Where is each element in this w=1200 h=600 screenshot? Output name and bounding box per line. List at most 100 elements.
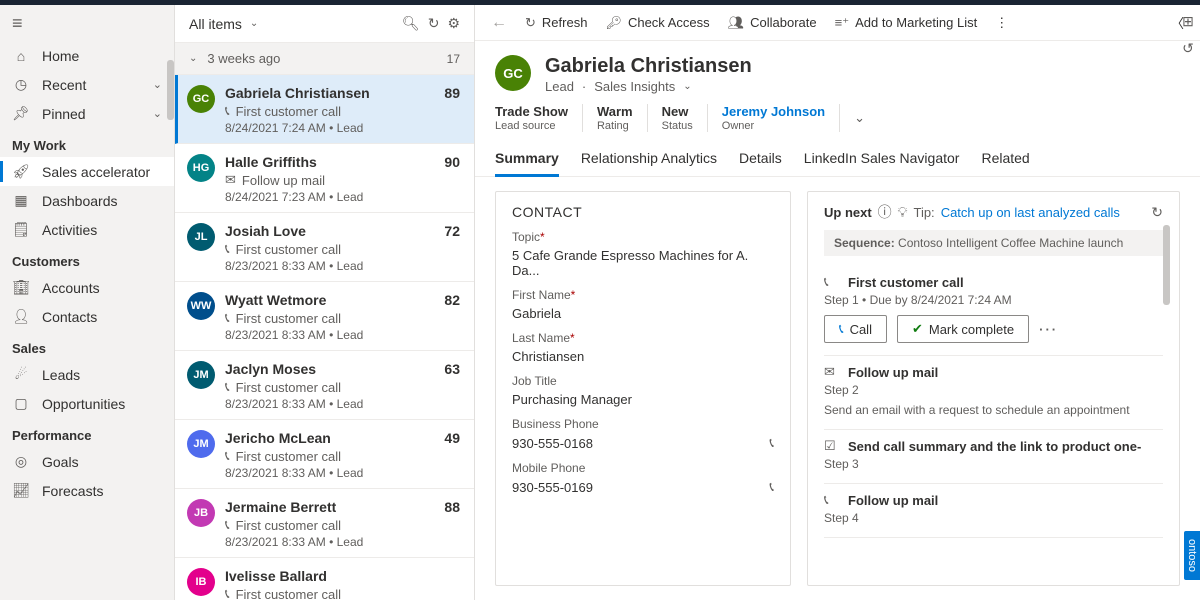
item-activity: First customer call [236,311,341,326]
list-item[interactable]: IB Ivelisse Ballard 📞︎First customer cal… [175,558,474,600]
list-item[interactable]: JM Jaclyn Moses63 📞︎First customer call … [175,351,474,420]
list-item[interactable]: WW Wyatt Wetmore82 📞︎First customer call… [175,282,474,351]
refresh-icon[interactable]: ↻ [428,15,440,32]
nav-label: Sales accelerator [42,164,150,180]
nav-accounts[interactable]: 🏢︎Accounts [0,273,174,302]
meta-cell[interactable]: Jeremy JohnsonOwner [708,104,840,132]
nav-recent[interactable]: ◷Recent⌄ [0,70,174,99]
tab-linkedin-sales-navigator[interactable]: LinkedIn Sales Navigator [804,142,960,176]
nav-activities[interactable]: 🗒︎Activities [0,215,174,244]
avatar: JM [187,361,215,389]
avatar: GC [187,85,215,113]
more-icon[interactable]: ··· [1039,322,1058,337]
list-item[interactable]: HG Halle Griffiths90 ✉︎Follow up mail 8/… [175,144,474,213]
call-button[interactable]: 📞︎Call [824,315,887,343]
add-to-marketing-list-button[interactable]: ≡⁺Add to Marketing List [835,15,978,31]
form-selector[interactable]: Sales Insights [594,79,675,94]
contact-field[interactable]: Job Title Purchasing Manager [512,374,774,407]
nav-forecasts[interactable]: 📈︎Forecasts [0,476,174,505]
overflow-icon[interactable]: ⋮ [995,15,1008,31]
refresh-icon: ↻ [525,15,536,31]
phone-icon: 📞︎ [225,379,230,395]
step-sub: Step 2 [824,383,1163,397]
chevron-down-icon: ⌄ [153,107,162,120]
section-mywork: My Work [0,128,174,157]
tab-relationship-analytics[interactable]: Relationship Analytics [581,142,717,176]
refresh-button[interactable]: ↻Refresh [525,15,587,31]
item-name: Josiah Love [225,223,306,239]
contact-field[interactable]: Last Name* Christiansen [512,331,774,364]
step-title: First customer call [848,275,964,290]
contact-field[interactable]: Business Phone 930-555-0168📞︎ [512,417,774,451]
item-name: Wyatt Wetmore [225,292,326,308]
field-label: Topic* [512,230,774,244]
item-meta: 8/23/2021 8:33 AM • Lead [225,397,460,411]
item-activity: First customer call [236,518,341,533]
contact-field[interactable]: First Name* Gabriela [512,288,774,321]
clock-icon: ◷ [12,76,30,93]
nav-pinned[interactable]: 📌︎Pinned⌄ [0,99,174,128]
item-activity: First customer call [236,104,341,119]
avatar: WW [187,292,215,320]
list-item[interactable]: JL Josiah Love72 📞︎First customer call 8… [175,213,474,282]
check-access-button[interactable]: 🔑︎Check Access [605,15,709,31]
nav-leads[interactable]: ☄︎Leads [0,360,174,389]
nav-sales-accelerator[interactable]: 🚀︎Sales accelerator [0,157,174,186]
collaborate-button[interactable]: 👥︎Collaborate [728,15,817,31]
chevron-down-icon[interactable]: ⌄ [854,110,865,126]
nav-home[interactable]: ⌂Home [0,42,174,70]
mark-complete-button[interactable]: ✔︎Mark complete [897,315,1029,343]
tab-related[interactable]: Related [981,142,1029,176]
nav-contacts[interactable]: 👤︎Contacts [0,302,174,331]
avatar: JM [187,430,215,458]
assistant-tab[interactable]: ontoso [1184,531,1200,580]
chevron-down-icon[interactable]: ⌄ [250,18,258,29]
chevron-down-icon[interactable]: ⌄ [683,81,691,92]
field-value: Gabriela [512,306,774,321]
record-header: GC Gabriela Christiansen Lead · Sales In… [475,41,1200,98]
search-icon[interactable]: 🔍︎ [402,15,420,32]
tab-summary[interactable]: Summary [495,142,559,176]
group-count: 17 [447,52,460,66]
avatar: IB [187,568,215,596]
list-item[interactable]: GC Gabriela Christiansen89 📞︎First custo… [175,75,474,144]
nav-opportunities[interactable]: ▢Opportunities [0,389,174,418]
field-value: Christiansen [512,349,774,364]
tab-details[interactable]: Details [739,142,782,176]
record-content: CONTACT Topic* 5 Cafe Grande Espresso Ma… [475,177,1200,600]
contact-field[interactable]: Mobile Phone 930-555-0169📞︎ [512,461,774,495]
contact-field[interactable]: Topic* 5 Cafe Grande Espresso Machines f… [512,230,774,278]
nav-label: Home [42,48,79,64]
scrollbar-thumb[interactable] [167,60,174,120]
back-button[interactable]: ← [491,14,507,32]
step-sub: Step 1 • Due by 8/24/2021 7:24 AM [824,293,1163,307]
expand-icon[interactable]: ⊞ [1182,13,1194,30]
phone-icon: 📞︎ [225,448,230,464]
nav-label: Goals [42,454,79,470]
phone-icon: 📞︎ [824,274,840,290]
list-group-header[interactable]: ⌄ 3 weeks ago 17 [175,43,474,75]
nav-dashboards[interactable]: ▦Dashboards [0,186,174,215]
list-item[interactable]: JB Jermaine Berrett88 📞︎First customer c… [175,489,474,558]
history-icon[interactable]: ↺ [1182,40,1194,57]
list-item[interactable]: JM Jericho McLean49 📞︎First customer cal… [175,420,474,489]
item-activity: First customer call [236,242,341,257]
info-icon[interactable]: ⓘ [878,202,892,222]
phone-icon[interactable]: 📞︎ [769,479,774,495]
scrollbar-thumb[interactable] [1163,225,1170,305]
tip-link[interactable]: Catch up on last analyzed calls [941,205,1120,220]
pin-icon: 📌︎ [12,105,30,122]
meta-label: Owner [722,120,825,132]
field-label: Business Phone [512,417,774,431]
nav-label: Opportunities [42,396,125,412]
nav-goals[interactable]: ◎Goals [0,447,174,476]
item-activity: First customer call [236,380,341,395]
settings-icon[interactable]: ⚙︎ [447,15,460,32]
contact-card: CONTACT Topic* 5 Cafe Grande Espresso Ma… [495,191,791,586]
list-items: GC Gabriela Christiansen89 📞︎First custo… [175,75,474,600]
item-meta: 8/23/2021 8:33 AM • Lead [225,328,460,342]
refresh-icon[interactable]: ↻ [1151,204,1163,221]
hamburger-icon[interactable]: ≡ [0,5,174,42]
phone-icon[interactable]: 📞︎ [769,435,774,451]
list-title[interactable]: All items [189,16,242,32]
